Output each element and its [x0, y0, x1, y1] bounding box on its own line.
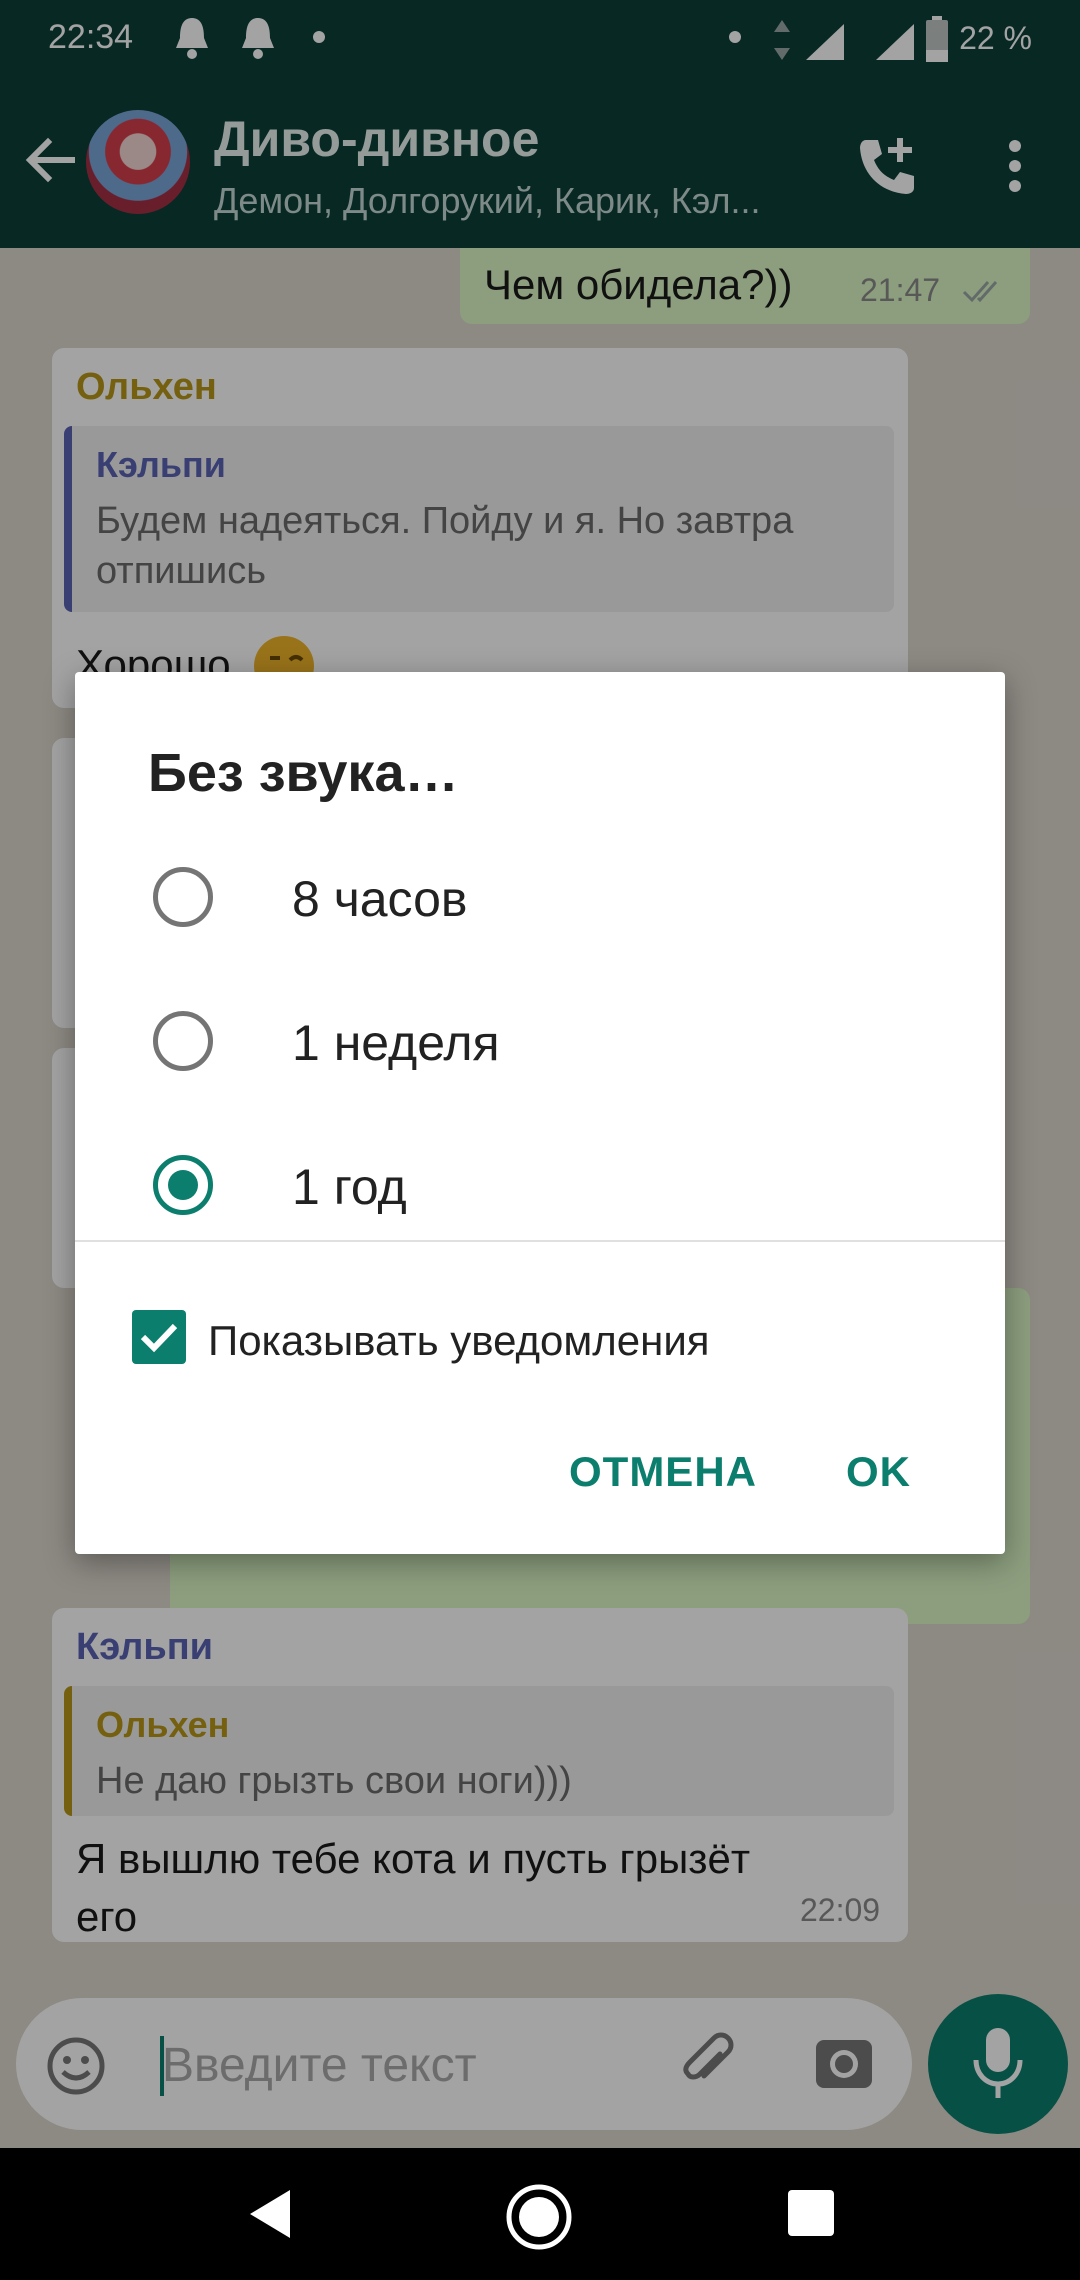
mute-option-1-year[interactable]: 1 год	[75, 1120, 1005, 1250]
mute-dialog: Без звука… 8 часов 1 неделя 1 год Показы…	[75, 672, 1005, 1554]
ok-button[interactable]: OK	[846, 1448, 911, 1496]
recents-square-icon[interactable]	[786, 2188, 836, 2238]
show-notifications-checkbox[interactable]	[132, 1310, 186, 1364]
option-label: 1 год	[292, 1159, 407, 1215]
radio-button-checked[interactable]	[153, 1155, 213, 1215]
checkmark-icon	[140, 1323, 178, 1353]
radio-button-unchecked[interactable]	[153, 867, 213, 927]
system-nav-bar	[0, 2148, 1080, 2280]
show-notifications-label[interactable]: Показывать уведомления	[208, 1317, 710, 1365]
radio-button-unchecked[interactable]	[153, 1011, 213, 1071]
back-triangle-icon[interactable]	[240, 2184, 300, 2244]
mute-option-8-hours[interactable]: 8 часов	[75, 832, 1005, 962]
cancel-button[interactable]: ОТМЕНА	[569, 1448, 757, 1496]
option-label: 8 часов	[292, 871, 468, 927]
home-circle-icon[interactable]	[504, 2182, 574, 2252]
option-label: 1 неделя	[292, 1015, 500, 1071]
mute-option-1-week[interactable]: 1 неделя	[75, 976, 1005, 1106]
dialog-title: Без звука…	[148, 743, 459, 803]
dialog-divider	[75, 1240, 1005, 1242]
